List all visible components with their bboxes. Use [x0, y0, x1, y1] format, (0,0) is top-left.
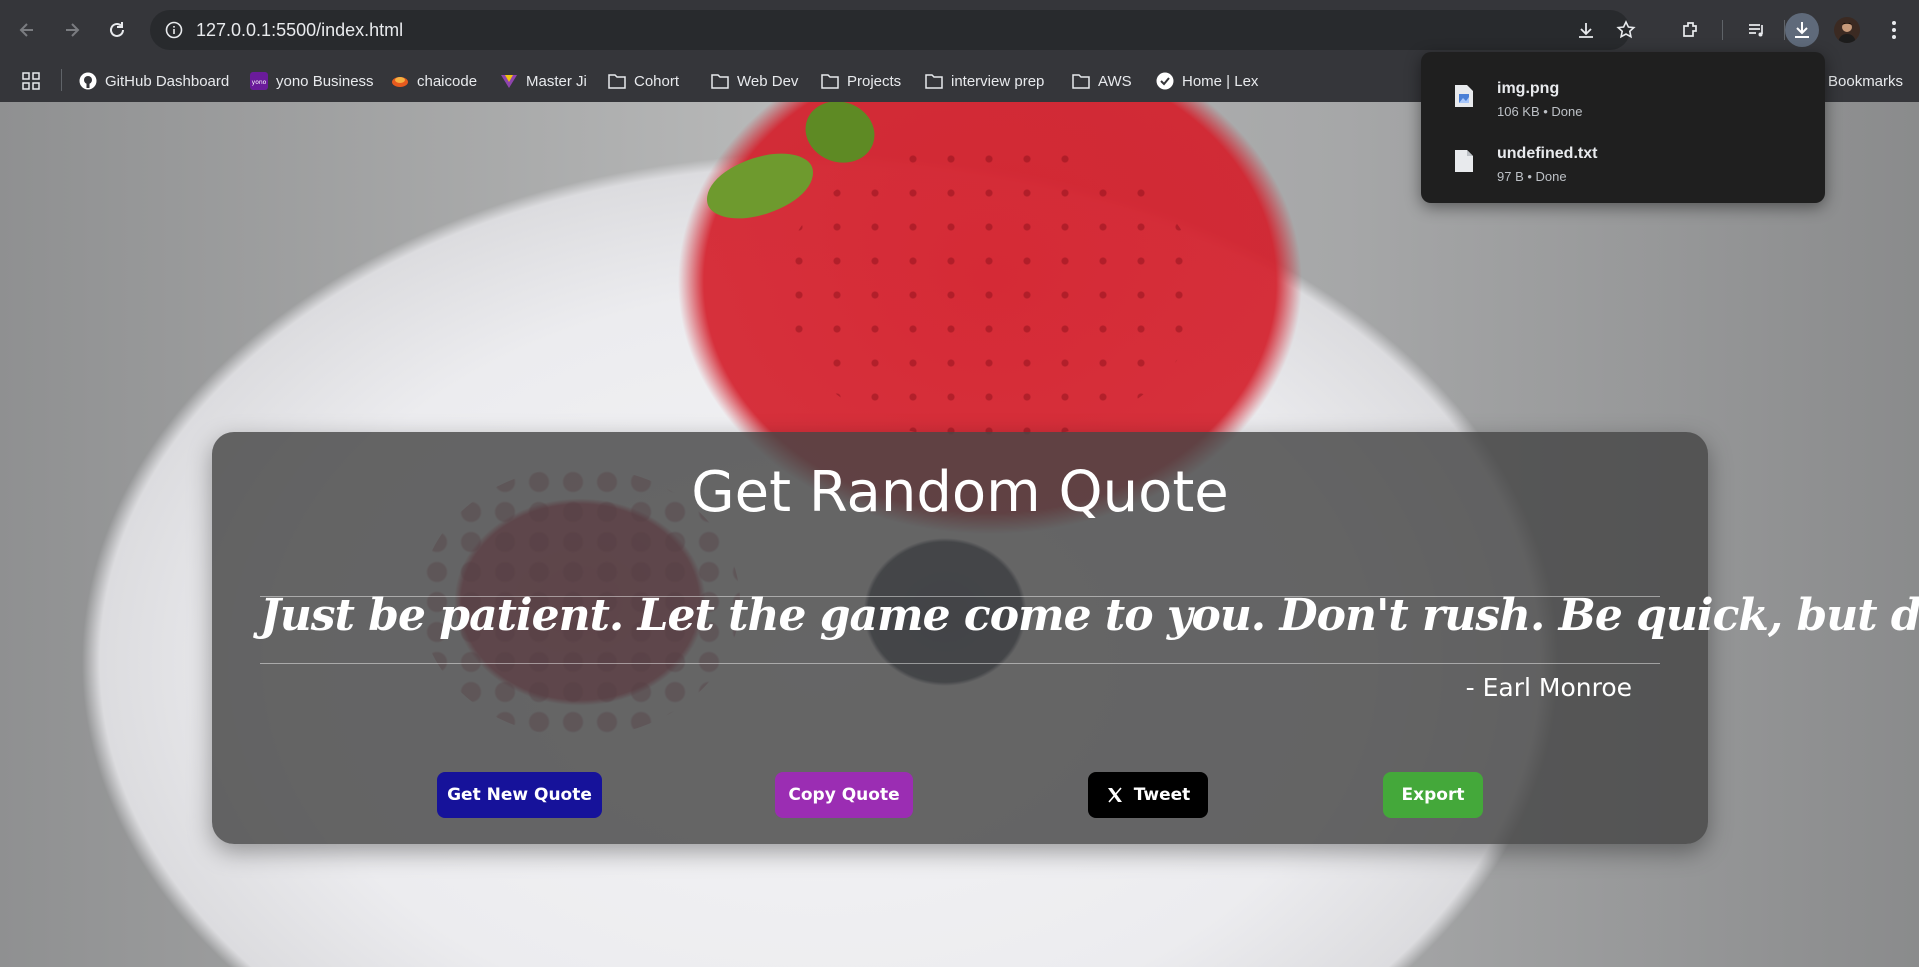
x-logo-icon — [1107, 787, 1122, 803]
quote-rule-bottom — [260, 663, 1660, 664]
address-bar[interactable]: 127.0.0.1:5500/index.html — [150, 10, 1636, 50]
download-item[interactable]: undefined.txt 97 B • Done — [1421, 135, 1825, 193]
folder-icon — [925, 72, 943, 90]
download-filename[interactable]: undefined.txt — [1497, 145, 1597, 163]
bookmark-master-ji[interactable]: Master Ji — [500, 70, 587, 92]
page-background: Get Random Quote Just be patient. Let th… — [0, 102, 1919, 967]
chaicode-icon — [391, 72, 409, 90]
tweet-button[interactable]: Tweet — [1088, 772, 1208, 818]
bookmark-folder-projects[interactable]: Projects — [821, 70, 901, 92]
url-text[interactable]: 127.0.0.1:5500/index.html — [196, 20, 403, 41]
download-icon — [1795, 22, 1809, 38]
bookmark-folder-aws[interactable]: AWS — [1072, 70, 1132, 92]
all-bookmarks[interactable]: Bookmarks — [1828, 70, 1903, 92]
media-controls-icon[interactable] — [1740, 13, 1774, 47]
folder-icon — [1072, 72, 1090, 90]
folder-icon — [608, 72, 626, 90]
image-file-icon — [1455, 85, 1473, 107]
quote-card: Get Random Quote Just be patient. Let th… — [212, 432, 1919, 844]
copy-quote-button[interactable]: Copy Quote — [775, 772, 913, 818]
back-button[interactable] — [10, 13, 44, 47]
text-file-icon — [1455, 150, 1473, 172]
bookmark-folder-cohort[interactable]: Cohort — [608, 70, 679, 92]
browser-menu-icon[interactable] — [1877, 13, 1911, 47]
install-download-icon[interactable] — [1574, 18, 1598, 42]
reload-button[interactable] — [100, 13, 134, 47]
bookmark-github-dashboard[interactable]: GitHub Dashboard — [79, 70, 229, 92]
svg-text:yono: yono — [252, 79, 267, 86]
profile-avatar[interactable] — [1834, 17, 1860, 43]
bookmark-star-icon[interactable] — [1614, 18, 1638, 42]
bookmarks-divider — [61, 69, 62, 91]
download-item[interactable]: img.png 106 KB • Done — [1421, 70, 1825, 128]
lex-icon — [1156, 72, 1174, 90]
get-new-quote-button[interactable]: Get New Quote — [437, 772, 602, 818]
bookmark-home-lex[interactable]: Home | Lex — [1156, 70, 1258, 92]
forward-button[interactable] — [55, 13, 89, 47]
download-status: 106 KB • Done — [1497, 104, 1583, 119]
bookmark-chaicode[interactable]: chaicode — [391, 70, 477, 92]
strawberry-leaf — [700, 146, 820, 226]
forward-arrow-icon — [66, 23, 80, 37]
bookmark-folder-web-dev[interactable]: Web Dev — [711, 70, 798, 92]
downloads-panel: img.png 106 KB • Done undefined.txt 97 B… — [1421, 52, 1825, 203]
strawberry-texture — [780, 142, 1200, 442]
strawberry-leaf — [796, 102, 884, 173]
downloads-button[interactable] — [1785, 13, 1819, 47]
masterji-icon — [500, 72, 518, 90]
quote-author: - Earl Monroe — [1465, 673, 1632, 702]
quote-text: Just be patient. Let the game come to yo… — [260, 590, 1919, 641]
back-arrow-icon — [19, 23, 33, 37]
site-info-icon[interactable] — [162, 18, 186, 42]
browser-toolbar: 127.0.0.1:5500/index.html — [0, 0, 1919, 60]
reload-icon — [110, 22, 124, 37]
github-icon — [79, 72, 97, 90]
bookmark-folder-interview-prep[interactable]: interview prep — [925, 70, 1044, 92]
yono-icon: yono — [250, 72, 268, 90]
export-button[interactable]: Export — [1383, 772, 1483, 818]
apps-button[interactable] — [22, 70, 40, 92]
toolbar-divider — [1722, 20, 1723, 40]
bookmark-yono-business[interactable]: yono yono Business — [250, 70, 374, 92]
page-title: Get Random Quote — [691, 460, 1229, 525]
apps-grid-icon — [22, 72, 40, 90]
folder-icon — [711, 72, 729, 90]
download-status: 97 B • Done — [1497, 169, 1567, 184]
download-filename[interactable]: img.png — [1497, 80, 1559, 98]
extensions-icon[interactable] — [1674, 13, 1708, 47]
folder-icon — [821, 72, 839, 90]
